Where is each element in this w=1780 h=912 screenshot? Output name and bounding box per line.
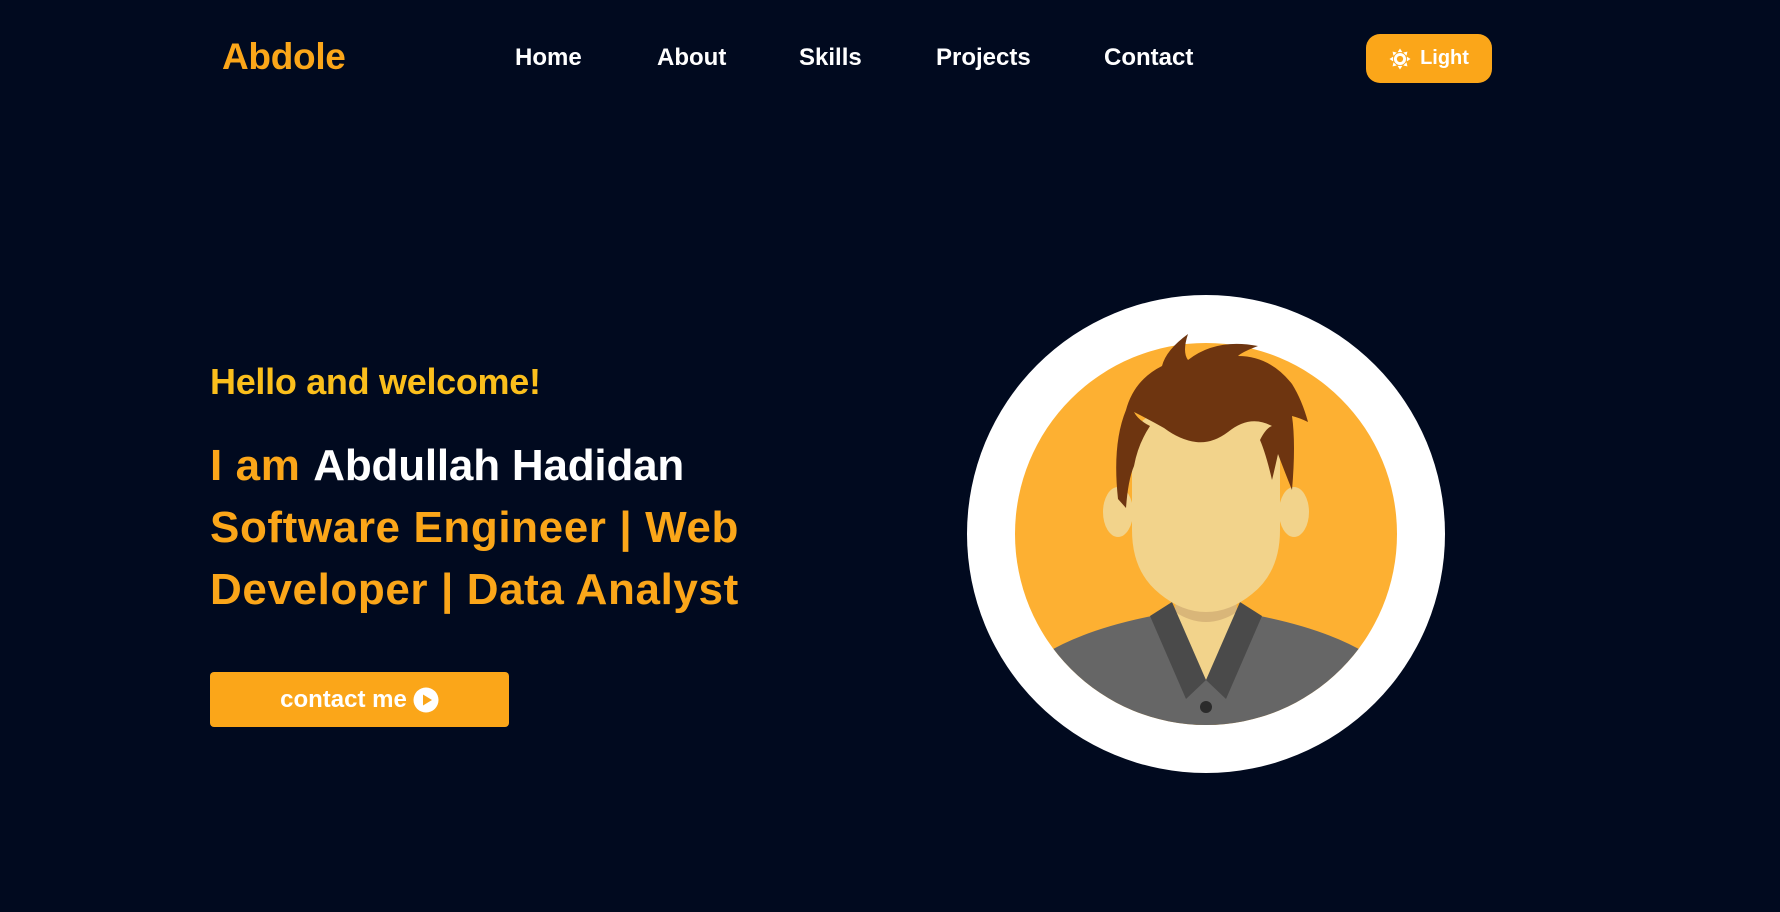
nav-link-home[interactable]: Home: [515, 44, 582, 72]
nav-link-about[interactable]: About: [657, 44, 726, 72]
nav-link-projects[interactable]: Projects: [936, 44, 1031, 72]
avatar-shirt-button: [1200, 701, 1212, 713]
contact-me-button[interactable]: contact me: [210, 672, 509, 727]
avatar-illustration: [967, 295, 1445, 773]
profile-avatar: [966, 294, 1446, 774]
theme-toggle-button[interactable]: Light: [1366, 34, 1492, 83]
contact-me-label: contact me: [280, 685, 407, 713]
nav-link-contact[interactable]: Contact: [1104, 44, 1193, 72]
hero-roles: Software Engineer | Web Developer | Data…: [210, 503, 739, 614]
theme-toggle-label: Light: [1420, 47, 1469, 69]
hero-greeting: Hello and welcome!: [210, 361, 541, 402]
avatar-ear-right: [1279, 487, 1309, 537]
hero-name: Abdullah Hadidan: [313, 441, 685, 490]
nav-link-skills[interactable]: Skills: [799, 44, 862, 72]
hero-intro: I am Abdullah Hadidan Software Engineer …: [210, 435, 850, 621]
site-logo[interactable]: Abdole: [222, 36, 346, 78]
play-circle-icon: [413, 687, 439, 712]
sun-icon: [1389, 47, 1411, 70]
portfolio-page: Abdole Home About Skills Projects Contac…: [0, 0, 1780, 912]
intro-prefix: I am: [210, 441, 301, 490]
